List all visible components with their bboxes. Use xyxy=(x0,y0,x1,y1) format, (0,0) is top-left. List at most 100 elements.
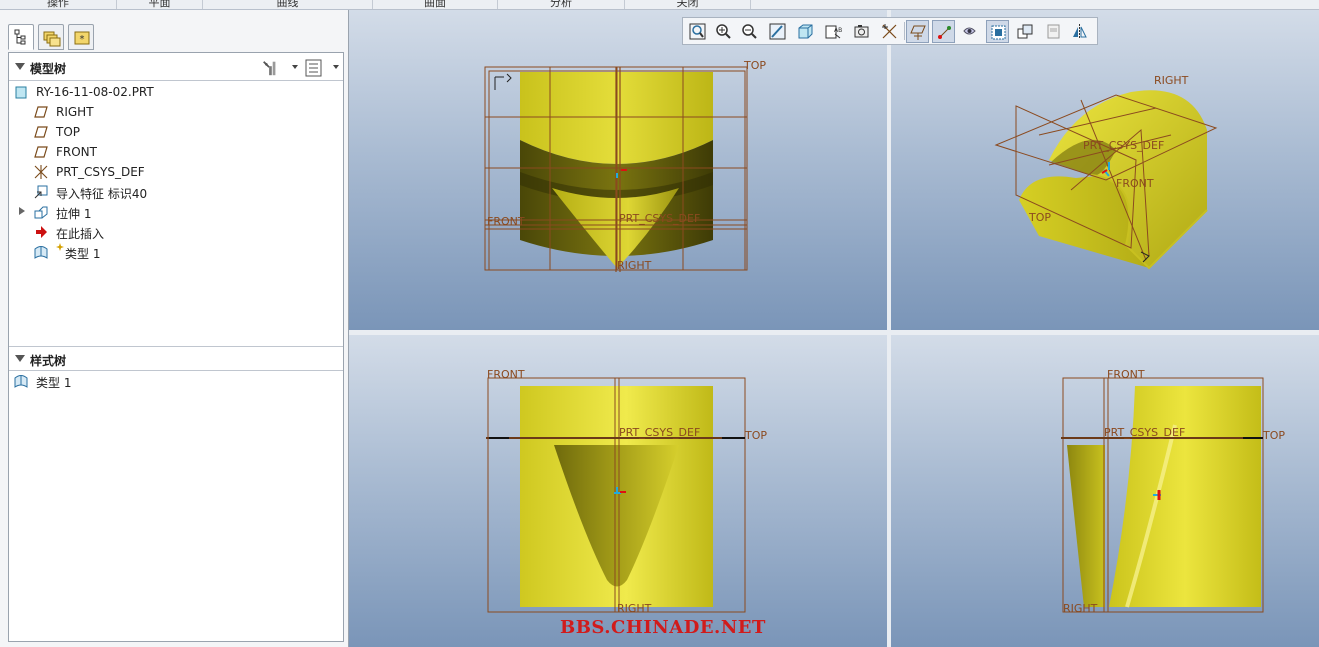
refit-button[interactable] xyxy=(686,20,709,43)
datum-label-csys: PRT_CSYS_DEF xyxy=(1083,139,1165,152)
datum-plane-icon xyxy=(34,146,48,158)
model-graphic xyxy=(484,66,748,272)
zoom-out-icon xyxy=(742,24,757,39)
display-style-icon xyxy=(798,24,813,39)
tab-folder-browser[interactable] xyxy=(38,24,64,50)
model-graphic xyxy=(486,377,746,613)
spin-center-button[interactable] xyxy=(878,20,901,43)
tree-item-import-feature[interactable]: 导入特征 标识40 xyxy=(9,182,343,202)
mirror-icon xyxy=(1073,24,1087,39)
favorites-icon: * xyxy=(74,31,90,45)
menu-item-analysis[interactable]: 分析 xyxy=(498,0,625,9)
menu-item-close[interactable]: 关闭 xyxy=(625,0,751,9)
collapse-icon[interactable] xyxy=(15,63,25,70)
divider xyxy=(9,80,343,81)
viewport-right-view[interactable]: FRONT PRT_CSYS_DEF TOP RIGHT xyxy=(891,335,1319,647)
datum-label-front: FRONT xyxy=(1107,368,1145,381)
datum-label-csys: PRT_CSYS_DEF xyxy=(619,212,701,225)
navigator-panel: * 模型树 RY-16-11-08-02.PRT RIGHT TOP FRONT… xyxy=(0,10,349,647)
tree-item-extrude[interactable]: 拉伸 1 xyxy=(9,202,343,222)
repaint-button[interactable] xyxy=(766,20,789,43)
tree-item-label: PRT_CSYS_DEF xyxy=(56,165,145,179)
menu-item-surface[interactable]: 曲面 xyxy=(373,0,498,9)
saved-views-icon: AB xyxy=(825,25,842,39)
display-style-button[interactable] xyxy=(794,20,817,43)
axis-display-toggle[interactable] xyxy=(932,20,955,43)
viewport-top-view[interactable]: FRONT PRT_CSYS_DEF TOP RIGHT xyxy=(349,335,887,647)
datum-label-csys: PRT_CSYS_DEF xyxy=(619,426,701,439)
zoom-in-button[interactable] xyxy=(712,20,735,43)
viewport-divider-vertical[interactable] xyxy=(887,10,891,647)
csys-display-toggle[interactable] xyxy=(986,20,1009,43)
show-dropdown-icon[interactable] xyxy=(333,65,339,69)
datum-label-csys: PRT_CSYS_DEF xyxy=(1104,426,1186,439)
named-view-button[interactable] xyxy=(850,20,873,43)
plane-display-icon xyxy=(910,25,926,40)
settings-dropdown-icon[interactable] xyxy=(292,65,298,69)
named-view-icon xyxy=(854,25,869,38)
tree-container: 模型树 RY-16-11-08-02.PRT RIGHT TOP FRONT P… xyxy=(8,52,344,642)
tab-favorites[interactable]: * xyxy=(68,24,94,50)
view-toolbar: AB xyxy=(682,17,1098,45)
style-tree-item[interactable]: 类型 1 xyxy=(9,371,343,391)
csys-display-icon xyxy=(991,25,1006,40)
model-tree-header[interactable]: 模型树 xyxy=(9,57,343,79)
viewport-iso-view[interactable]: RIGHT PRT_CSYS_DEF FRONT TOP xyxy=(891,10,1319,330)
menu-item-curve[interactable]: 曲线 xyxy=(203,0,373,9)
datum-label-right: RIGHT xyxy=(1063,602,1098,615)
next-view-button[interactable] xyxy=(1042,20,1065,43)
folder-browser-icon xyxy=(43,31,61,47)
style-feature-icon xyxy=(34,246,48,259)
style-tree-header[interactable]: 样式树 xyxy=(9,349,343,371)
saved-views-button[interactable]: AB xyxy=(822,20,845,43)
datum-label-right: RIGHT xyxy=(1154,74,1189,87)
datum-plane-icon xyxy=(34,106,48,118)
expand-icon[interactable] xyxy=(19,207,25,215)
tree-item-top[interactable]: TOP xyxy=(9,122,343,142)
tree-item-csys[interactable]: PRT_CSYS_DEF xyxy=(9,162,343,182)
tree-item-label: 类型 1 xyxy=(36,376,72,390)
datum-label-top: TOP xyxy=(744,59,767,72)
insert-here-arrow-icon xyxy=(36,226,47,238)
tab-model-tree[interactable] xyxy=(8,24,34,50)
tree-item-style[interactable]: 类型 1 xyxy=(9,242,343,262)
show-list-icon[interactable] xyxy=(305,59,323,77)
mirror-button[interactable] xyxy=(1068,20,1091,43)
tree-item-label: 拉伸 1 xyxy=(56,207,92,221)
zoom-in-icon xyxy=(716,24,731,39)
zoom-out-button[interactable] xyxy=(738,20,761,43)
datum-label-top: TOP xyxy=(745,429,768,442)
datum-label-front: FRONT xyxy=(487,215,525,228)
tree-item-part[interactable]: RY-16-11-08-02.PRT xyxy=(9,82,343,102)
model-tree-title: 模型树 xyxy=(30,62,67,76)
tree-item-front[interactable]: FRONT xyxy=(9,142,343,162)
plane-display-toggle[interactable] xyxy=(906,20,929,43)
tree-item-label: FRONT xyxy=(56,145,97,159)
datum-label-front: FRONT xyxy=(1116,177,1154,190)
layout-icon xyxy=(1047,24,1060,39)
collapse-icon[interactable] xyxy=(15,355,25,362)
model-graphic xyxy=(994,90,1218,270)
tree-item-insert-here[interactable]: 在此插入 xyxy=(9,222,343,242)
datum-label-top: TOP xyxy=(1029,211,1052,224)
new-star-icon xyxy=(56,243,64,251)
tree-item-label: RIGHT xyxy=(56,105,94,119)
extrude-icon xyxy=(34,206,48,219)
datum-label-top: TOP xyxy=(1263,429,1286,442)
settings-tools-icon[interactable] xyxy=(261,59,279,77)
tree-item-label: 类型 1 xyxy=(65,247,101,261)
tree-item-label: TOP xyxy=(56,125,81,139)
point-display-toggle[interactable] xyxy=(958,20,981,43)
refit-icon xyxy=(689,23,706,40)
datum-plane-icon xyxy=(34,126,48,138)
menu-item-plane[interactable]: 平面 xyxy=(117,0,203,9)
watermark-text: BBS.CHINADE.NET xyxy=(560,617,766,638)
datum-label-right: RIGHT xyxy=(617,602,652,615)
viewport-divider-horizontal[interactable] xyxy=(349,330,1319,335)
point-display-icon xyxy=(963,27,976,35)
style-plane-button[interactable] xyxy=(1014,20,1037,43)
menu-item-operation[interactable]: 操作 xyxy=(0,0,117,9)
import-feature-icon xyxy=(34,185,48,199)
viewport-front-view[interactable]: TOP FRONT PRT_CSYS_DEF RIGHT xyxy=(349,10,887,330)
tree-item-right[interactable]: RIGHT xyxy=(9,102,343,122)
